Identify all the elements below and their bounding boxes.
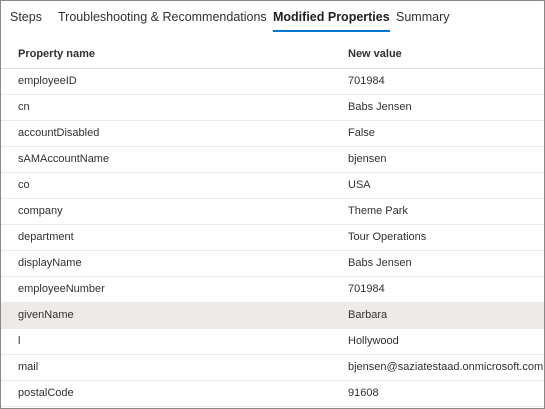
property-name-cell: employeeNumber	[18, 283, 105, 295]
property-name-cell: cn	[18, 101, 30, 113]
new-value-cell: Babs Jensen	[348, 101, 412, 113]
property-name-cell: displayName	[18, 257, 82, 269]
table-header: Property name New value	[1, 41, 544, 69]
table-row[interactable]: displayName Babs Jensen	[1, 251, 544, 277]
table-row[interactable]: postalCode 91608	[1, 381, 544, 407]
property-name-cell: l	[18, 335, 21, 347]
property-name-cell: company	[18, 205, 63, 217]
new-value-cell: 91608	[348, 387, 379, 399]
property-name-cell: sAMAccountName	[18, 153, 110, 165]
tab-troubleshooting-recommendations[interactable]: Troubleshooting & Recommendations	[58, 10, 267, 32]
tab-bar: Steps Troubleshooting & Recommendations …	[1, 1, 544, 37]
table-row[interactable]: company Theme Park	[1, 199, 544, 225]
table-row[interactable]: sAMAccountName bjensen	[1, 147, 544, 173]
tab-modified-properties[interactable]: Modified Properties	[273, 10, 390, 32]
property-name-cell: accountDisabled	[18, 127, 100, 139]
new-value-cell: Tour Operations	[348, 231, 427, 243]
table-row[interactable]: employeeNumber 701984	[1, 277, 544, 303]
property-name-cell: co	[18, 179, 30, 191]
modified-properties-panel: Steps Troubleshooting & Recommendations …	[0, 0, 545, 409]
table-row[interactable]: givenName Barbara	[1, 303, 544, 329]
tab-summary[interactable]: Summary	[396, 10, 449, 32]
tab-steps[interactable]: Steps	[10, 10, 42, 32]
table-row[interactable]: employeeID 701984	[1, 69, 544, 95]
tab-modified-properties-label: Modified Properties	[273, 10, 390, 24]
table-row[interactable]: co USA	[1, 173, 544, 199]
new-value-cell: Babs Jensen	[348, 257, 412, 269]
new-value-cell: Hollywood	[348, 335, 399, 347]
new-value-cell: 701984	[348, 75, 385, 87]
column-header-property-name[interactable]: Property name	[18, 41, 95, 68]
property-name-cell: postalCode	[18, 387, 74, 399]
new-value-cell: bjensen	[348, 153, 387, 165]
modified-properties-table: Property name New value employeeID 701984…	[1, 41, 544, 407]
table-row[interactable]: accountDisabled False	[1, 121, 544, 147]
column-header-new-value[interactable]: New value	[348, 41, 402, 68]
property-name-cell: givenName	[18, 309, 74, 321]
table-body: employeeID 701984 cn Babs Jensen accountDisa…	[1, 69, 544, 407]
new-value-cell: 701984	[348, 283, 385, 295]
new-value-cell: Theme Park	[348, 205, 408, 217]
table-row[interactable]: l Hollywood	[1, 329, 544, 355]
table-row[interactable]: department Tour Operations	[1, 225, 544, 251]
new-value-cell: Barbara	[348, 309, 388, 321]
new-value-cell: bjensen@saziatestaad.onmicrosoft.com	[348, 361, 544, 373]
property-name-cell: employeeID	[18, 75, 77, 87]
table-row[interactable]: mail bjensen@saziatestaad.onmicrosoft.com	[1, 355, 544, 381]
active-tab-indicator	[273, 30, 390, 32]
new-value-cell: False	[348, 127, 375, 139]
property-name-cell: department	[18, 231, 74, 243]
table-row[interactable]: cn Babs Jensen	[1, 95, 544, 121]
property-name-cell: mail	[18, 361, 39, 373]
new-value-cell: USA	[348, 179, 371, 191]
